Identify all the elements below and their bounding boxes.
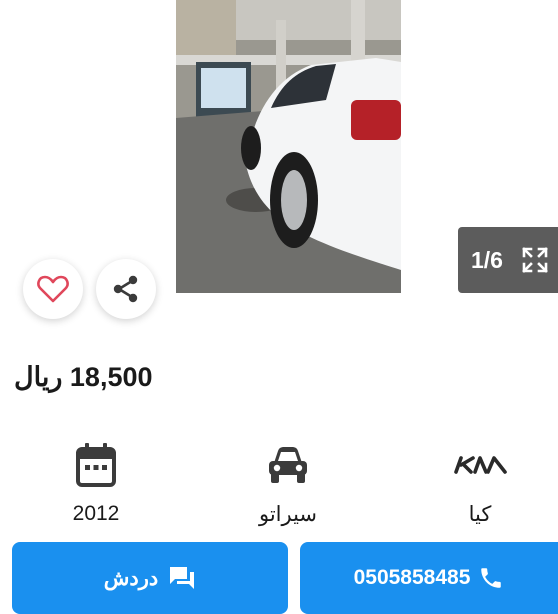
calendar-icon [76, 443, 116, 487]
chat-button[interactable]: دردش [12, 542, 288, 614]
share-icon [113, 275, 138, 303]
call-button[interactable]: 0505858485 [300, 542, 558, 614]
phone-number: 0505858485 [353, 566, 471, 589]
kia-logo [454, 456, 507, 474]
listing-page: 1/6 18,500 ريال 2012 سيراتو كيا دردش 050… [0, 0, 558, 614]
spec-make: كيا [410, 440, 550, 527]
heart-icon [37, 275, 69, 303]
photo-counter[interactable]: 1/6 [458, 227, 558, 293]
chevron-left-icon [41, 117, 53, 137]
spec-year: 2012 [26, 440, 166, 526]
car-photo[interactable] [176, 0, 401, 293]
chat-icon [168, 565, 196, 591]
spec-year-value: 2012 [72, 502, 120, 525]
fullscreen-icon[interactable] [521, 246, 549, 274]
spec-model-value: سيراتو [258, 503, 318, 526]
car-icon [269, 447, 307, 483]
spec-make-value: كيا [468, 503, 492, 526]
previous-photo-button[interactable] [34, 113, 62, 141]
phone-icon [478, 565, 504, 591]
photo-counter-text: 1/6 [471, 246, 503, 273]
photo-gallery[interactable]: 1/6 [0, 0, 558, 319]
chevron-right-icon [520, 117, 532, 137]
spec-model: سيراتو [218, 440, 358, 527]
favorite-button[interactable] [23, 259, 83, 319]
next-photo-button[interactable] [511, 113, 539, 141]
chat-button-label: دردش [103, 566, 159, 590]
share-button[interactable] [96, 259, 156, 319]
listing-price: 18,500 ريال [14, 362, 153, 392]
